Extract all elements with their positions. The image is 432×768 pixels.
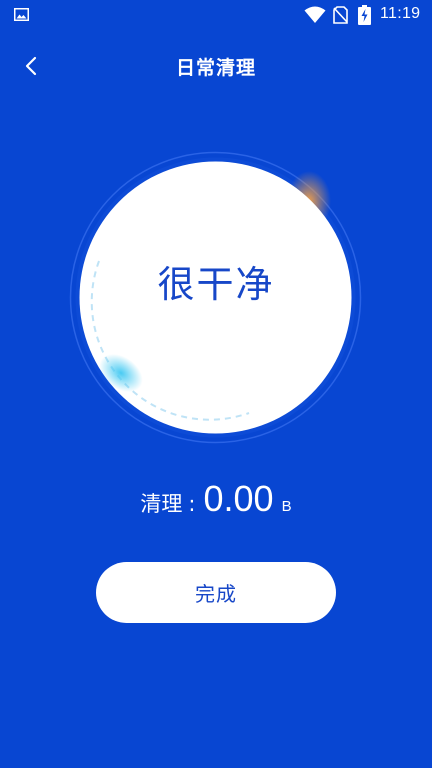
page-title: 日常清理 <box>175 57 256 79</box>
result-status-text: 很干净 <box>157 263 275 306</box>
cleaned-amount-row: 清理:0.00 B <box>0 478 432 520</box>
cleaned-separator: : <box>188 492 196 516</box>
done-button[interactable]: 完成 <box>96 562 336 623</box>
no-sim-icon <box>333 6 348 24</box>
cleaned-unit: B <box>281 498 292 515</box>
gallery-icon <box>14 8 29 21</box>
done-button-label: 完成 <box>195 582 237 606</box>
cleaned-label: 清理 <box>140 492 183 516</box>
status-bar: 11:19 <box>0 0 432 32</box>
header: 日常清理 <box>0 36 432 96</box>
cleanup-result-screen: 11:19 日常清理 很干净 清理:0.00 B 完成 <box>0 0 432 768</box>
status-time: 11:19 <box>380 5 421 22</box>
cleaned-value: 0.00 <box>203 478 274 519</box>
battery-charging-icon <box>358 5 371 25</box>
wifi-icon <box>304 6 326 23</box>
